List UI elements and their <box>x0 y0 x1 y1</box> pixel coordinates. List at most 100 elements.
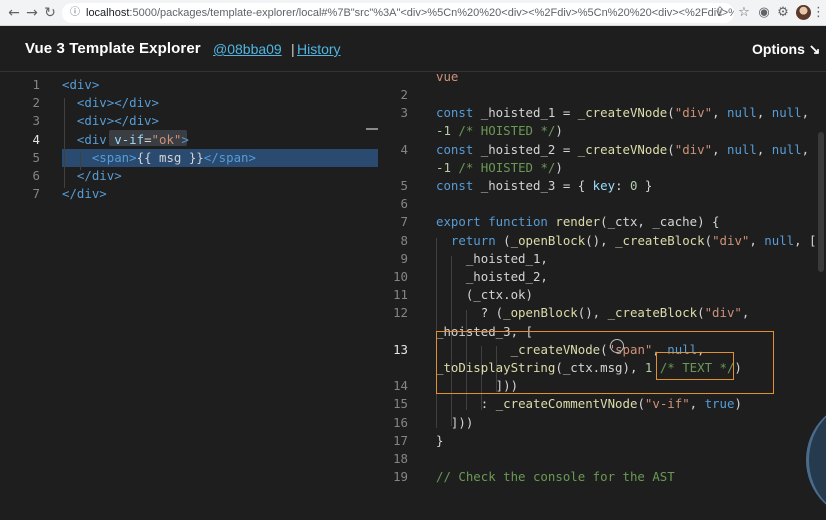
code-token: , <box>801 141 810 157</box>
line-number: 5 <box>32 149 40 165</box>
code-token: (_ctx, _cache) { <box>600 214 720 230</box>
code-line: return (_openBlock(), _createBlock("div"… <box>436 232 817 250</box>
code-line: <div></div> <box>62 112 159 130</box>
code-line: : _createCommentVNode("v-if", true) <box>436 395 742 413</box>
code-token: null <box>726 141 757 157</box>
code-token: _hoisted_1, <box>436 250 548 266</box>
code-line: export function render(_ctx, _cache) { <box>436 213 719 231</box>
template-editor[interactable]: 1 <div> 2 <div></div> 3 <div></div> 4 <div v… <box>0 72 392 485</box>
code-line: -1 /* HOISTED */) <box>436 122 563 140</box>
code-token: _createBlock <box>607 305 698 321</box>
code-token: : <box>615 178 630 193</box>
back-icon[interactable]: ← <box>6 5 22 21</box>
code-token: </div> <box>76 168 122 183</box>
code-token: ( <box>667 105 675 121</box>
code-token: _createCommentVNode <box>495 396 638 412</box>
code-token: , <box>749 232 765 248</box>
code-token: _hoisted_1 = <box>480 105 578 121</box>
code-token: ( <box>704 232 713 248</box>
code-token: <div></div> <box>76 113 159 129</box>
code-token: "div" <box>704 305 742 321</box>
code-token: , [ <box>794 232 817 248</box>
scrollbar[interactable] <box>818 132 824 272</box>
code-line: </div> <box>62 185 107 203</box>
code-token: _createVNode <box>577 141 668 157</box>
code-token: (), <box>577 305 608 321</box>
code-token: _createVNode <box>577 105 668 121</box>
browser-toolbar: ← → ↻ ⓘ localhost:5000/packages/template… <box>0 0 826 26</box>
code-token: > <box>181 131 189 147</box>
line-number: 13 <box>393 341 408 357</box>
line-number: 8 <box>400 232 408 248</box>
code-token: {{ msg }} <box>136 149 204 165</box>
settings-icon[interactable]: ⚙ <box>775 5 791 21</box>
reload-icon[interactable]: ↻ <box>42 5 58 21</box>
line-number: 2 <box>32 95 40 111</box>
pointer-cursor-icon <box>610 339 624 353</box>
code-line: <span>{{ msg }}</span> <box>62 149 256 167</box>
code-token: ( <box>503 232 511 248</box>
code-line: const _hoisted_2 = _createVNode("div", n… <box>436 141 809 159</box>
options-button[interactable]: Options ↘ <box>752 41 821 58</box>
forward-icon[interactable]: → <box>24 5 40 21</box>
code-token: , <box>741 305 750 321</box>
address-bar[interactable]: ⓘ localhost:5000/packages/template-explo… <box>62 3 734 23</box>
code-token: <div></div> <box>76 95 159 111</box>
code-token: /* HOISTED */ <box>458 123 556 139</box>
commit-link[interactable]: @08bba09 <box>213 41 282 57</box>
code-token: /* HOISTED */ <box>458 159 556 175</box>
line-number: 2 <box>400 87 408 102</box>
code-token: const <box>436 105 481 121</box>
code-token: null <box>764 232 795 248</box>
code-token: ( <box>637 396 645 412</box>
code-line: (_ctx.ok) <box>436 286 533 304</box>
code-token: , <box>689 396 705 412</box>
code-token: <span> <box>91 149 137 165</box>
share-icon[interactable]: ⇪ <box>712 5 728 21</box>
line-number: 17 <box>393 432 408 448</box>
line-number: 19 <box>393 469 408 485</box>
code-token: // Check the console for the AST <box>436 469 675 485</box>
avatar[interactable] <box>796 5 811 20</box>
history-link[interactable]: History <box>297 41 341 57</box>
line-number: 6 <box>32 168 40 183</box>
code-line: ])) <box>436 414 473 432</box>
menu-icon[interactable]: ⋮ <box>812 5 825 21</box>
code-token: const <box>436 141 481 157</box>
line-number: 3 <box>400 105 408 121</box>
code-token: "div" <box>712 232 750 248</box>
line-number: 7 <box>32 186 40 202</box>
info-icon[interactable]: ⓘ <box>70 3 80 23</box>
overview-ruler-mark <box>366 128 378 130</box>
code-token: } <box>637 178 653 193</box>
code-line: const _hoisted_1 = _createVNode("div", n… <box>436 104 809 122</box>
app-header: Vue 3 Template Explorer @08bba09 | Histo… <box>0 26 826 72</box>
code-token: = <box>144 131 152 147</box>
line-number: 9 <box>400 250 408 266</box>
code-token: } <box>436 432 444 448</box>
code-token: render <box>555 214 601 230</box>
code-token: , <box>712 105 727 121</box>
code-token: _hoisted_2 = <box>480 141 578 157</box>
url-path: :5000/packages/template-explorer/local#%… <box>129 7 734 19</box>
line-number: 16 <box>393 414 408 430</box>
output-editor[interactable]: vue 2 3 const _hoisted_1 = _createVNode("d… <box>392 72 826 485</box>
code-token: null <box>771 105 802 121</box>
code-token: ) <box>734 396 742 412</box>
code-token: ( <box>667 141 675 157</box>
code-token: , <box>756 105 772 121</box>
code-token: ( <box>697 305 705 321</box>
url-host: localhost <box>86 7 130 19</box>
line-number: 12 <box>393 305 408 321</box>
code-token: null <box>726 105 757 121</box>
line-number: 6 <box>400 196 408 212</box>
line-number: 11 <box>393 287 408 303</box>
star-icon[interactable]: ☆ <box>736 5 752 21</box>
line-number <box>392 323 408 341</box>
extension-icon[interactable]: ◉ <box>756 5 772 21</box>
line-number: 3 <box>32 113 40 129</box>
line-number: 7 <box>400 214 408 230</box>
page-title: Vue 3 Template Explorer <box>25 40 201 57</box>
